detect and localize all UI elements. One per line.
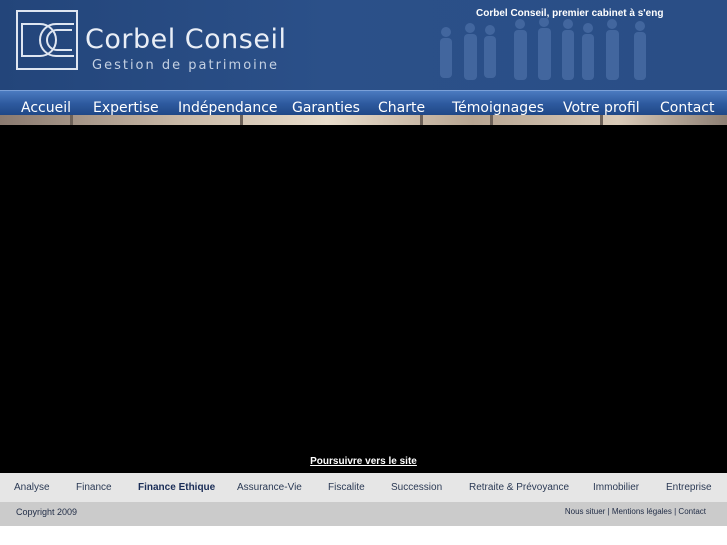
footer-link-nous-situer[interactable]: Nous situer (565, 507, 605, 516)
main-navigation: Accueil Expertise Indépendance Garanties… (0, 90, 727, 116)
continue-to-site-link[interactable]: Poursuivre vers le site (0, 456, 727, 467)
subnav-assurance-vie[interactable]: Assurance-Vie (237, 482, 302, 493)
logo-name[interactable]: Corbel Conseil (85, 24, 286, 55)
copyright-text: Copyright 2009 (16, 507, 78, 517)
site-footer: Copyright 2009 Nous situer | Mentions lé… (0, 502, 727, 526)
subnav-finance-ethique[interactable]: Finance Ethique (138, 482, 215, 493)
subnav-immobilier[interactable]: Immobilier (593, 482, 639, 493)
subnav-finance[interactable]: Finance (76, 482, 112, 493)
intro-video-area[interactable]: Poursuivre vers le site (0, 125, 727, 473)
business-people-silhouettes-image (440, 18, 646, 80)
subnav-entreprise[interactable]: Entreprise (666, 482, 712, 493)
logo-tagline: Gestion de patrimoine (92, 58, 279, 73)
subnav-retraite[interactable]: Retraite & Prévoyance (469, 482, 569, 493)
footer-links: Nous situer | Mentions légales | Contact (565, 507, 706, 516)
secondary-navigation: Analyse Finance Finance Ethique Assuranc… (0, 473, 727, 503)
corbel-logo-mark[interactable] (16, 10, 80, 72)
footer-link-contact[interactable]: Contact (678, 507, 706, 516)
site-header: Corbel Conseil Gestion de patrimoine Cor… (0, 0, 727, 90)
header-slogan: Corbel Conseil, premier cabinet à s'eng (476, 8, 664, 19)
subnav-analyse[interactable]: Analyse (14, 482, 50, 493)
footer-link-mentions-legales[interactable]: Mentions légales (612, 507, 672, 516)
banner-photo-strip (0, 115, 727, 125)
subnav-fiscalite[interactable]: Fiscalite (328, 482, 365, 493)
subnav-succession[interactable]: Succession (391, 482, 442, 493)
